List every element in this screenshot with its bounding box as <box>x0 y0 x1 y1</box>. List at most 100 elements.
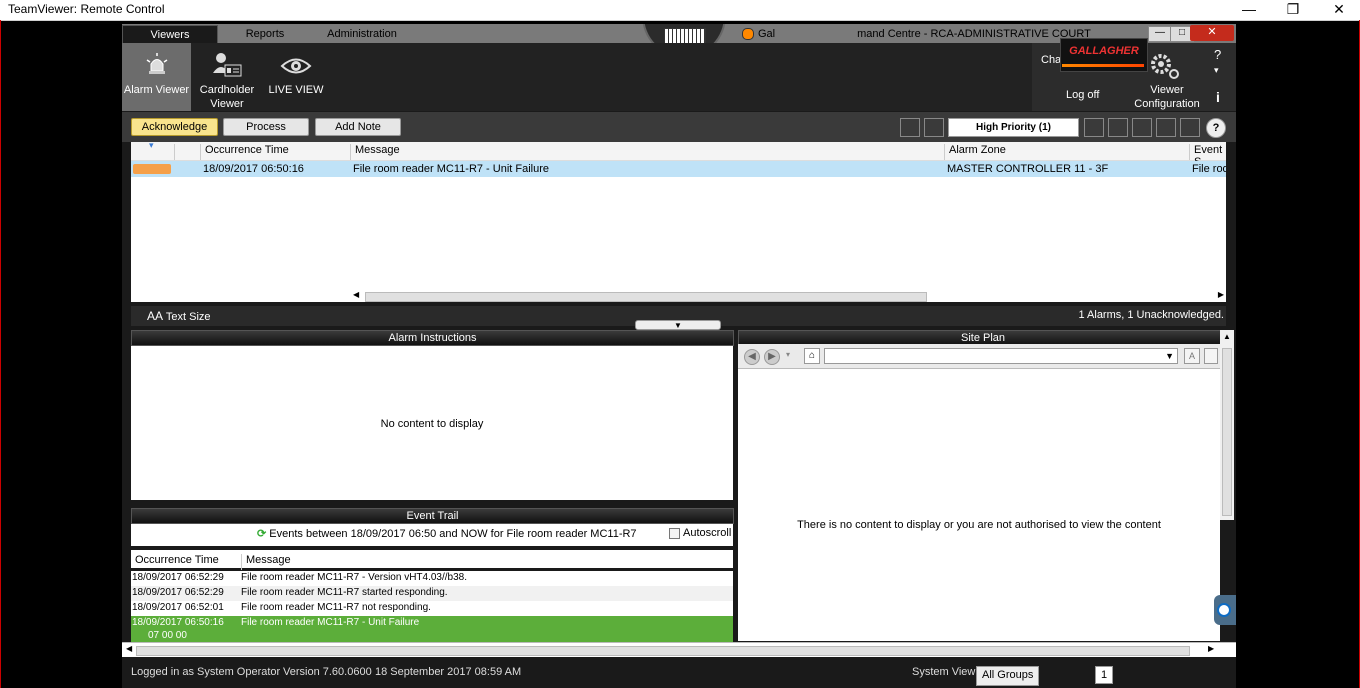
live-view-label: LIVE VIEW <box>268 84 324 96</box>
filter-slot-3[interactable] <box>1084 118 1104 137</box>
logged-in-status: Logged in as System Operator <box>131 666 281 678</box>
filter-slot-2[interactable] <box>924 118 944 137</box>
cardholder-label-line2: Viewer <box>210 98 244 110</box>
help-dropdown-icon[interactable]: ▾ <box>1214 65 1219 76</box>
address-field[interactable]: ▼ <box>824 348 1178 364</box>
priority-indicator <box>133 164 171 174</box>
title-right: mand Centre - RCA-ADMINISTRATIVE COURT <box>857 28 1091 40</box>
cc-close-button[interactable]: ✕ <box>1190 25 1234 41</box>
ev-col-message[interactable]: Message <box>241 554 291 570</box>
alarm-instructions-empty: No content to display <box>380 418 484 430</box>
page-number[interactable]: 1 <box>1095 666 1113 684</box>
site-plan-panel: There is no content to display or you ar… <box>738 369 1220 641</box>
event-trail-title: Event Trail <box>131 508 734 524</box>
back-button[interactable]: ◀ <box>744 349 760 365</box>
teamviewer-icon <box>1217 603 1231 617</box>
alarm-table-scrollbar[interactable]: ◀ ▶ <box>351 290 1226 302</box>
table-row[interactable]: 18/09/2017 06:50:16 File room reader MC1… <box>131 161 1226 177</box>
text-size-label: Text Size <box>165 311 211 323</box>
chevron-down-icon: ▼ <box>674 321 682 330</box>
tab-administration[interactable]: Administration <box>318 25 406 43</box>
event-trail-header: Occurrence Time Message <box>131 550 733 570</box>
tab-reports[interactable]: Reports <box>232 25 298 43</box>
table-row-selected[interactable]: 18/09/2017 06:50:16 File room reader MC1… <box>131 616 733 642</box>
minimize-button[interactable]: — <box>1226 0 1272 20</box>
add-note-button[interactable]: Add Note <box>315 118 401 136</box>
cardholder-icon <box>213 53 242 77</box>
event-trail-toolbar: ⟳ Events between 18/09/2017 06:50 and NO… <box>131 524 733 546</box>
scroll-left-icon[interactable]: ◀ <box>353 290 359 299</box>
system-view-label: System View: <box>912 666 979 678</box>
text-size-icon: AA <box>147 309 164 323</box>
filter-slot-5[interactable] <box>1132 118 1152 137</box>
collapse-handle[interactable]: ▼ <box>635 320 721 330</box>
event-trail-summary-text: Events between 18/09/2017 06:50 and NOW … <box>269 528 637 540</box>
event-time: 18/09/2017 06:52:29 <box>132 587 224 598</box>
history-dropdown-icon[interactable]: ▾ <box>786 350 790 359</box>
forward-button[interactable]: ▶ <box>764 349 780 365</box>
autoscroll-checkbox[interactable]: Autoscroll <box>669 527 731 539</box>
scroll-right-icon[interactable]: ▶ <box>1218 290 1224 299</box>
alarm-instructions-title: Alarm Instructions <box>131 330 734 346</box>
scroll-up-icon[interactable]: ▲ <box>1223 332 1231 341</box>
autoscroll-label: Autoscroll <box>683 527 732 539</box>
alarm-zone: MASTER CONTROLLER 11 - 3F <box>947 163 1109 175</box>
info-button[interactable]: i <box>1216 89 1220 105</box>
alarm-count: 1 Alarms, 1 Unacknowledged. <box>1078 309 1224 321</box>
acknowledge-button[interactable]: Acknowledge <box>131 118 218 136</box>
help-button[interactable]: ? <box>1214 47 1221 62</box>
cardholder-viewer-button[interactable]: Cardholder Viewer <box>194 43 260 111</box>
home-icon[interactable]: ⌂ <box>804 348 820 364</box>
col-event-source[interactable]: Event S <box>1189 144 1226 168</box>
col-message[interactable]: Message <box>350 144 400 160</box>
cc-minimize-button[interactable]: — <box>1148 26 1172 42</box>
chat-label[interactable]: Cha <box>1041 54 1061 66</box>
alarm-action-bar: Acknowledge Process Add Note High Priori… <box>122 112 1236 142</box>
font-icon[interactable]: A <box>1184 348 1200 364</box>
alarm-instructions-panel: No content to display <box>131 346 733 500</box>
system-view-selector[interactable]: All Groups <box>976 666 1040 686</box>
col-alarm-zone[interactable]: Alarm Zone <box>944 144 1006 160</box>
table-row[interactable]: 18/09/2017 06:52:01 File room reader MC1… <box>131 601 733 616</box>
alarm-table-header: ▾ Occurrence Time Message Alarm Zone Eve… <box>131 142 1226 168</box>
close-button[interactable]: ✕ <box>1316 0 1360 20</box>
tab-viewers[interactable]: Viewers <box>122 25 218 44</box>
ev-col-time[interactable]: Occurrence Time <box>131 554 219 570</box>
event-extra: 07 00 00 <box>148 630 187 641</box>
vertical-scroll-thumb[interactable] <box>1222 348 1232 516</box>
high-priority-filter[interactable]: High Priority (1) <box>948 118 1079 137</box>
filter-slot-7[interactable] <box>1180 118 1200 137</box>
col-occurrence-time[interactable]: Occurrence Time <box>200 144 289 160</box>
log-off-button[interactable]: Log off <box>1066 89 1099 101</box>
site-plan-vertical-scrollbar[interactable]: ▲ <box>1220 330 1234 520</box>
alarm-table: ▾ Occurrence Time Message Alarm Zone Eve… <box>131 142 1226 302</box>
horizontal-scrollbar[interactable]: ◀ ▶ <box>122 642 1236 657</box>
maximize-button[interactable]: ❐ <box>1270 0 1316 20</box>
refresh-icon[interactable]: ⟳ <box>257 528 266 540</box>
table-row[interactable]: 18/09/2017 06:52:29 File room reader MC1… <box>131 586 733 601</box>
scroll-thumb[interactable] <box>136 646 1190 656</box>
site-plan-navigation: ◀ ▶ ▾ ⌂ ▼ A <box>738 344 1220 369</box>
process-button[interactable]: Process <box>223 118 309 136</box>
command-centre-window: Viewers Reports Administration Gal mand C… <box>122 24 1236 688</box>
alarm-viewer-button[interactable]: Alarm Viewer <box>122 43 191 111</box>
filter-slot-6[interactable] <box>1156 118 1176 137</box>
filter-slot-4[interactable] <box>1108 118 1128 137</box>
text-size-button[interactable]: AA Text Size <box>147 309 211 323</box>
scroll-thumb[interactable] <box>365 292 927 302</box>
scroll-right-icon[interactable]: ▶ <box>1208 644 1214 653</box>
help-icon[interactable]: ? <box>1206 118 1226 138</box>
viewer-configuration-button[interactable]: Viewer Configuration <box>1132 83 1202 111</box>
filter-slot-1[interactable] <box>900 118 920 137</box>
live-view-button[interactable]: LIVE VIEW <box>262 43 330 111</box>
window-title: Gal mand Centre - RCA-ADMINISTRATIVE COUR… <box>742 25 1091 43</box>
gears-icon <box>1151 54 1179 79</box>
teamviewer-titlebar: TeamViewer: Remote Control — ❐ ✕ <box>0 0 1360 21</box>
scroll-left-icon[interactable]: ◀ <box>126 644 132 653</box>
page-icon[interactable] <box>1204 348 1218 364</box>
teamviewer-panel-tab[interactable] <box>1214 595 1236 625</box>
event-message: File room reader MC11-R7 - Unit Failure <box>241 617 420 628</box>
table-row[interactable]: 18/09/2017 06:52:29 File room reader MC1… <box>131 571 733 586</box>
address-dropdown-icon[interactable]: ▼ <box>1165 351 1174 361</box>
alarm-event-source: File roo <box>1192 163 1226 175</box>
